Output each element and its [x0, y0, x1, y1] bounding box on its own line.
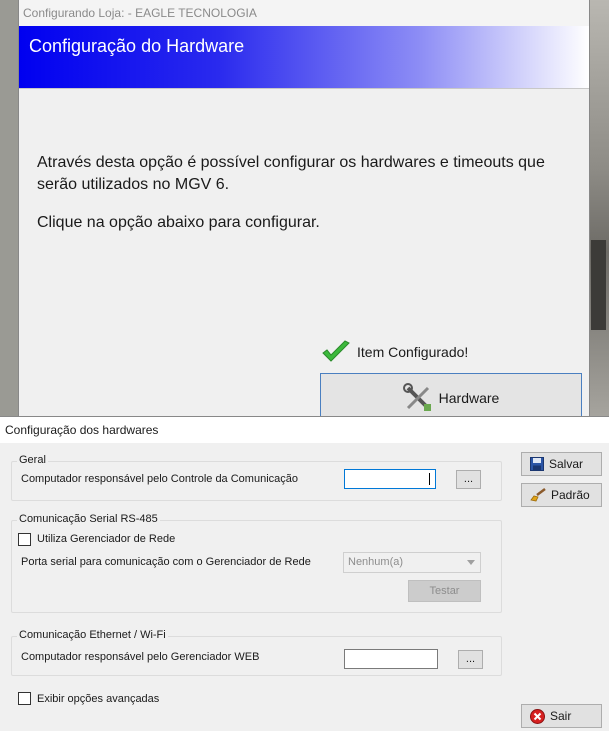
background-shape — [591, 240, 606, 330]
serial-port-select[interactable]: Nenhum(a) — [343, 552, 481, 573]
network-manager-label[interactable]: Utiliza Gerenciador de Rede — [37, 533, 175, 545]
group-ethernet-legend: Comunicação Ethernet / Wi-Fi — [17, 629, 168, 641]
comm-control-browse-button[interactable]: ... — [456, 470, 481, 489]
description: Através desta opção é possível configura… — [37, 152, 557, 250]
advanced-options-label[interactable]: Exibir opções avançadas — [37, 693, 159, 705]
configured-status: Item Configurado! — [321, 340, 468, 364]
brush-icon — [530, 488, 546, 502]
serial-port-value: Nenhum(a) — [348, 556, 404, 568]
dialog-title: Configuração dos hardwares — [0, 417, 609, 443]
exit-icon — [530, 708, 545, 724]
tools-icon — [402, 383, 431, 411]
web-manager-label: Computador responsável pelo Gerenciador … — [21, 651, 260, 663]
floppy-disk-icon — [530, 457, 544, 471]
comm-control-input[interactable] — [344, 469, 436, 489]
text-caret — [429, 473, 430, 485]
instruction-text: Clique na opção abaixo para configurar. — [37, 214, 320, 231]
web-manager-input[interactable] — [344, 649, 438, 669]
exit-button[interactable]: Sair — [521, 704, 602, 728]
chevron-down-icon — [467, 560, 475, 565]
config-store-window: Configurando Loja: - EAGLE TECNOLOGIA Co… — [18, 0, 590, 423]
comm-control-label: Computador responsável pelo Controle da … — [21, 473, 298, 485]
serial-port-label: Porta serial para comunicação com o Gere… — [21, 556, 311, 568]
wizard-content: Através desta opção é possível configura… — [19, 89, 589, 423]
hardware-button-label: Hardware — [438, 390, 500, 406]
save-button-label: Salvar — [549, 457, 584, 471]
advanced-options-checkbox[interactable] — [18, 692, 31, 705]
network-manager-checkbox[interactable] — [18, 533, 31, 546]
checkmark-icon — [322, 340, 350, 362]
default-button[interactable]: Padrão — [521, 483, 602, 507]
test-button[interactable]: Testar — [408, 580, 481, 602]
group-geral-legend: Geral — [17, 454, 48, 466]
background-desktop — [588, 0, 609, 420]
hardware-config-dialog: Configuração dos hardwares Geral Computa… — [0, 416, 609, 731]
description-text: Através desta opção é possível configura… — [37, 154, 545, 193]
group-serial-legend: Comunicação Serial RS-485 — [17, 513, 160, 525]
save-button[interactable]: Salvar — [521, 452, 602, 476]
hardware-banner: Configuração do Hardware — [19, 26, 589, 89]
status-label: Item Configurado! — [357, 344, 469, 360]
exit-button-label: Sair — [550, 709, 572, 723]
default-button-label: Padrão — [551, 488, 590, 502]
window-titlebar: Configurando Loja: - EAGLE TECNOLOGIA — [19, 0, 589, 26]
web-manager-browse-button[interactable]: ... — [458, 650, 483, 669]
banner-title: Configuração do Hardware — [29, 36, 245, 56]
